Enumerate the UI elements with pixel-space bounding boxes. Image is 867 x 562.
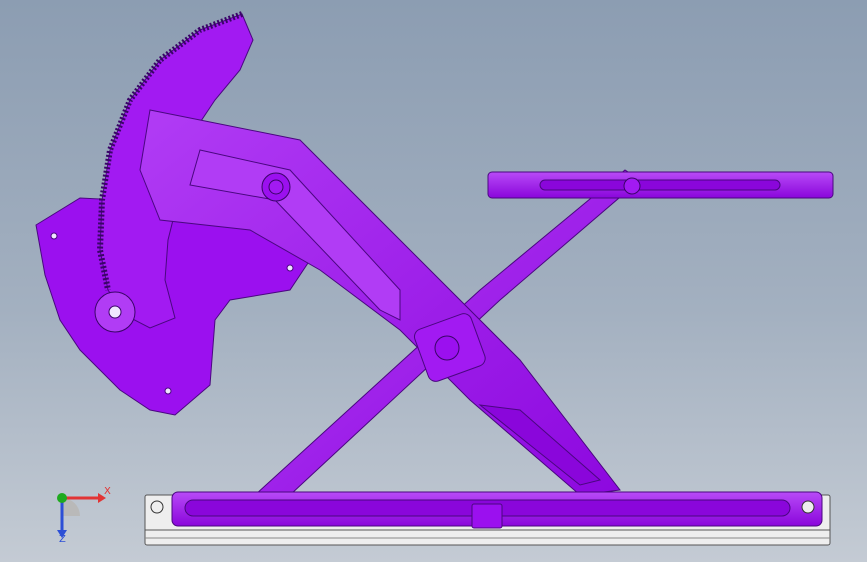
rail-mount-hole	[150, 500, 164, 514]
upper-rail-slot	[539, 179, 781, 191]
motor-shaft-bore	[108, 305, 122, 319]
plate-hole	[164, 387, 172, 395]
bottom-rail-clip	[471, 503, 503, 529]
window-regulator-model[interactable]	[0, 0, 867, 562]
z-axis-label: Z	[59, 534, 66, 545]
x-axis-label: X	[104, 486, 111, 497]
upper-rail-roller	[623, 177, 641, 195]
axis-triad: X Z	[40, 478, 120, 548]
y-axis-dot	[57, 493, 67, 503]
gear-pivot-inner	[268, 179, 284, 195]
plate-hole	[50, 232, 58, 240]
pivot-bolt	[434, 335, 460, 361]
cad-3d-viewport[interactable]: X Z	[0, 0, 867, 562]
plate-hole	[286, 264, 294, 272]
rail-mount-hole	[801, 500, 815, 514]
